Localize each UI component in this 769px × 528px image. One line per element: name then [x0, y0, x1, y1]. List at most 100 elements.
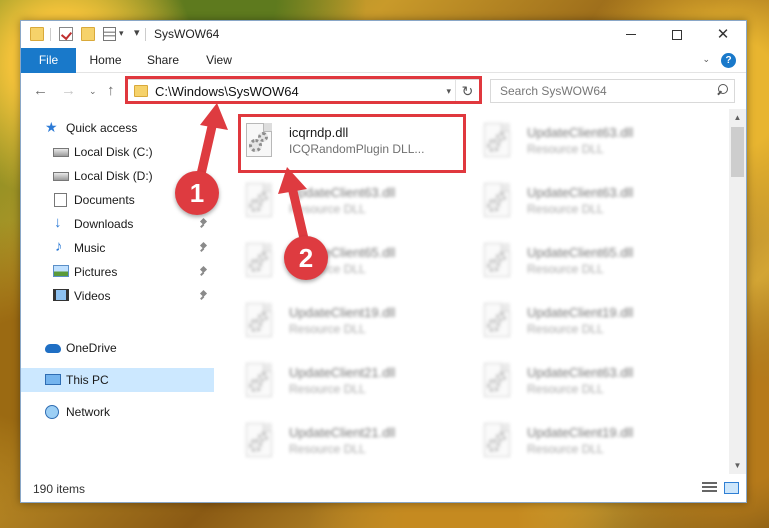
pictures-icon [53, 265, 69, 277]
dll-file-icon [243, 423, 275, 465]
sidebar-item-label: OneDrive [66, 341, 117, 355]
back-button[interactable]: ← [33, 82, 48, 99]
sidebar-item-pictures[interactable]: Pictures [21, 260, 214, 284]
file-item[interactable]: UpdateClient65.dll Resource DLL [479, 239, 699, 289]
videos-icon [53, 289, 69, 301]
dll-file-icon [243, 243, 275, 285]
large-icons-view-icon[interactable] [724, 482, 739, 494]
dll-file-icon [243, 303, 275, 345]
sidebar-item-label: Local Disk (C:) [74, 145, 153, 159]
file-name: UpdateClient19.dll [527, 305, 634, 320]
network-icon [45, 405, 59, 419]
sidebar-item-quick-access[interactable]: ★ Quick access [21, 116, 214, 140]
search-box[interactable] [490, 79, 735, 103]
properties-check-icon[interactable] [59, 27, 73, 41]
tab-view[interactable]: View [197, 48, 241, 73]
tab-file[interactable]: File [21, 48, 76, 73]
sidebar-item-local-disk-c[interactable]: Local Disk (C:) [21, 140, 214, 164]
scroll-up-icon[interactable]: ▲ [729, 109, 746, 126]
list-properties-icon[interactable] [103, 27, 116, 41]
navigation-pane: ★ Quick access Local Disk (C:) Local Dis… [21, 109, 214, 474]
file-name: UpdateClient21.dll [289, 425, 396, 440]
file-type: Resource DLL [289, 322, 366, 336]
window-title: SysWOW64 [154, 27, 220, 41]
minimize-icon [626, 34, 636, 35]
expand-ribbon-icon[interactable]: ⌄ [702, 54, 710, 65]
sidebar-item-downloads[interactable]: ↓ Downloads [21, 212, 214, 236]
file-type: Resource DLL [527, 262, 604, 276]
pin-icon[interactable] [200, 291, 208, 301]
file-name: UpdateClient63.dll [289, 185, 396, 200]
search-input[interactable] [491, 80, 711, 102]
close-icon: ✕ [716, 26, 730, 43]
file-item[interactable]: UpdateClient63.dll Resource DLL [479, 359, 699, 409]
vertical-scrollbar[interactable]: ▲ ▼ [729, 109, 746, 474]
forward-button[interactable]: → [61, 82, 76, 99]
address-bar-highlight [125, 76, 482, 104]
drive-icon [53, 172, 69, 181]
file-type: Resource DLL [289, 442, 366, 456]
quick-access-toolbar-dropdown-icon[interactable]: ▾ [119, 28, 124, 39]
dll-file-icon [243, 363, 275, 405]
file-type: Resource DLL [527, 322, 604, 336]
downloads-icon: ↓ [54, 214, 62, 231]
tab-share[interactable]: Share [139, 48, 187, 73]
file-name: UpdateClient19.dll [289, 305, 396, 320]
file-item[interactable]: UpdateClient19.dll Resource DLL [241, 299, 461, 349]
sidebar-item-this-pc[interactable]: This PC [21, 368, 214, 392]
dll-file-icon [481, 303, 513, 345]
file-name: UpdateClient63.dll [527, 125, 634, 140]
new-folder-icon[interactable] [81, 27, 95, 41]
sidebar-item-label: Downloads [74, 217, 134, 231]
maximize-icon [672, 29, 682, 40]
callout-2: 2 [284, 236, 328, 280]
file-type: Resource DLL [289, 382, 366, 396]
help-icon[interactable]: ? [721, 53, 736, 68]
tab-home[interactable]: Home [83, 48, 128, 73]
sidebar-item-label: Network [66, 405, 111, 419]
folder-icon [30, 27, 44, 41]
dll-file-icon [481, 363, 513, 405]
details-view-icon[interactable] [702, 482, 717, 494]
sidebar-item-label: Videos [74, 289, 111, 303]
file-type: Resource DLL [527, 142, 604, 156]
search-icon[interactable] [716, 84, 728, 96]
maximize-button[interactable] [654, 21, 700, 48]
file-item[interactable]: UpdateClient63.dll Resource DLL [479, 119, 699, 169]
file-type: Resource DLL [527, 442, 604, 456]
recent-locations-icon[interactable]: ⌄ [89, 86, 97, 97]
file-name: UpdateClient63.dll [527, 185, 634, 200]
file-name: UpdateClient63.dll [527, 365, 634, 380]
scroll-down-icon[interactable]: ▼ [729, 457, 746, 474]
sidebar-item-label: Quick access [66, 121, 138, 135]
file-highlight [238, 114, 466, 173]
onedrive-icon [45, 344, 61, 353]
file-item[interactable]: UpdateClient19.dll Resource DLL [479, 299, 699, 349]
dll-file-icon [481, 243, 513, 285]
file-item[interactable]: UpdateClient21.dll Resource DLL [241, 419, 461, 469]
sidebar-item-label: This PC [66, 373, 109, 387]
pin-icon[interactable] [200, 219, 208, 229]
ribbon: File Home Share View ⌄ ? [21, 48, 746, 73]
file-item[interactable]: UpdateClient21.dll Resource DLL [241, 359, 461, 409]
callout-1: 1 [175, 171, 219, 215]
scroll-thumb[interactable] [731, 127, 744, 177]
sidebar-item-videos[interactable]: Videos [21, 284, 214, 308]
sidebar-item-onedrive[interactable]: OneDrive [21, 336, 214, 360]
up-button[interactable]: ↑ [107, 82, 115, 99]
file-item[interactable]: UpdateClient19.dll Resource DLL [479, 419, 699, 469]
pin-icon[interactable] [200, 267, 208, 277]
sidebar-item-network[interactable]: Network [21, 400, 214, 424]
minimize-button[interactable] [608, 21, 654, 48]
pin-icon[interactable] [200, 243, 208, 253]
file-item[interactable]: UpdateClient63.dll Resource DLL [241, 179, 461, 229]
item-count: 190 items [33, 482, 86, 496]
file-type: Resource DLL [289, 202, 366, 216]
sidebar-item-label: Documents [74, 193, 135, 207]
file-item[interactable]: UpdateClient63.dll Resource DLL [479, 179, 699, 229]
documents-icon [54, 193, 67, 207]
close-button[interactable]: ✕ [700, 21, 746, 48]
customize-toolbar-icon[interactable]: ▾ [134, 26, 140, 39]
file-item[interactable]: UpdateClient65.dll Resource DLL [241, 239, 461, 289]
sidebar-item-music[interactable]: ♪ Music [21, 236, 214, 260]
